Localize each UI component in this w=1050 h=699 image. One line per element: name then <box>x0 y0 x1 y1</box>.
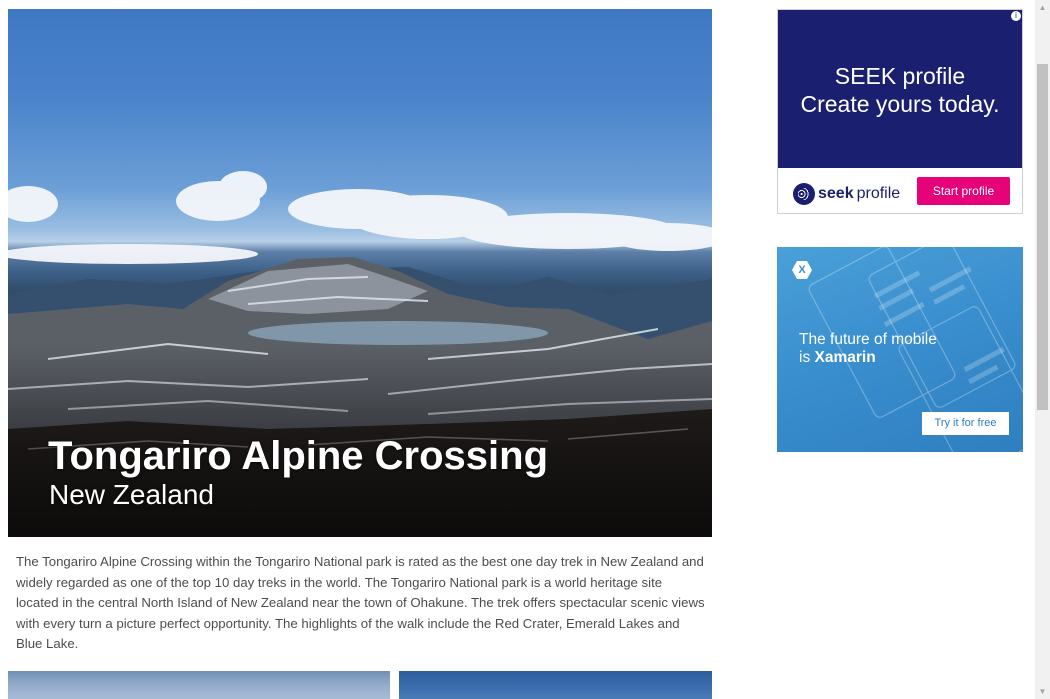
gallery-thumbnail-2[interactable] <box>399 671 712 699</box>
xamarin-ad-headline-prefix: is <box>799 349 815 366</box>
info-icon[interactable]: i <box>1011 11 1021 21</box>
try-it-for-free-button[interactable]: Try it for free <box>922 412 1009 435</box>
page-title: Tongariro Alpine Crossing <box>48 434 549 478</box>
seek-logo-word: seek <box>818 185 854 202</box>
xamarin-ad-headline-line2: is Xamarin <box>799 349 937 367</box>
xamarin-ad-headline-line1: The future of mobile <box>799 331 937 348</box>
seek-profile-ad[interactable]: SEEK profile Create yours today. i seek … <box>777 9 1023 214</box>
xamarin-ad[interactable]: X The future of mobile is Xamarin Try it… <box>777 247 1023 452</box>
chevron-up-icon[interactable]: ▲ <box>1035 0 1050 15</box>
start-profile-button[interactable]: Start profile <box>917 177 1010 205</box>
seek-ad-banner: SEEK profile Create yours today. <box>778 10 1022 168</box>
xamarin-brand-name: Xamarin <box>814 349 876 366</box>
page-subtitle: New Zealand <box>49 479 214 510</box>
seek-logo-icon <box>793 183 815 205</box>
hero-image: Tongariro Alpine Crossing New Zealand <box>8 9 712 537</box>
seek-ad-headline: SEEK profile Create yours today. <box>778 62 1022 118</box>
vertical-scrollbar[interactable]: ▲ ▼ <box>1035 0 1050 699</box>
gallery-thumbnail-1[interactable] <box>8 671 390 699</box>
seek-logo: seek profile <box>793 182 900 206</box>
seek-ad-headline-line1: SEEK profile <box>834 63 966 89</box>
chevron-down-icon[interactable]: ▼ <box>1035 684 1050 699</box>
seek-logo-suffix: profile <box>856 185 901 202</box>
seek-ad-headline-line2: Create yours today. <box>800 91 1000 117</box>
xamarin-ad-headline: The future of mobile is Xamarin <box>799 331 937 367</box>
article-paragraph: The Tongariro Alpine Crossing within the… <box>16 554 705 652</box>
scrollbar-thumb[interactable] <box>1037 64 1048 410</box>
